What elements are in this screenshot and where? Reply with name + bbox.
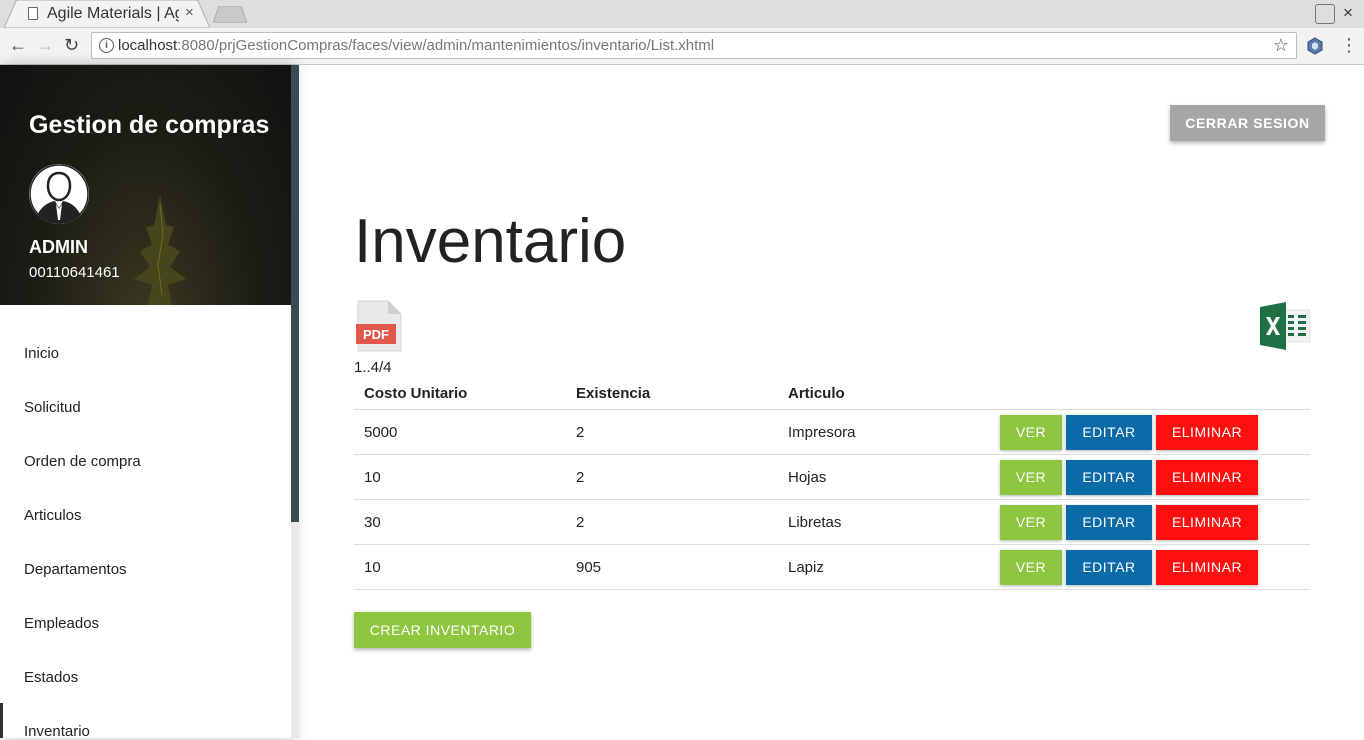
sidebar-scrollbar-thumb[interactable] (291, 65, 299, 522)
cell-articulo: Hojas (788, 469, 827, 486)
sidebar-item-articulos[interactable]: Articulos (24, 507, 82, 524)
view-button[interactable]: VER (1000, 550, 1062, 585)
sidebar-header: Gestion de compras ADMIN 00110641461 (0, 65, 291, 305)
cell-existencia: 905 (576, 559, 602, 576)
column-header-articulo[interactable]: Articulo (788, 385, 845, 402)
info-icon[interactable]: i (99, 38, 114, 53)
table-row: 30 2 Libretas VER EDITAR ELIMINAR (354, 500, 1310, 545)
browser-menu-icon[interactable]: ⋮ (1340, 35, 1358, 56)
user-id: 00110641461 (29, 264, 120, 281)
address-bar[interactable]: i localhost:8080/prjGestionCompras/faces… (91, 32, 1297, 59)
user-avatar-icon (29, 164, 89, 224)
browser-tab-title[interactable]: Agile Materials | Agile (47, 5, 179, 23)
sidebar-item-estados[interactable]: Estados (24, 669, 78, 686)
sidebar: Gestion de compras ADMIN 00110641461 Ini… (0, 65, 291, 740)
tree-background-image (134, 195, 186, 305)
pdf-icon: PDF (356, 300, 402, 352)
pagination-info: 1..4/4 (354, 359, 392, 376)
sidebar-item-empleados[interactable]: Empleados (24, 615, 99, 632)
delete-button[interactable]: ELIMINAR (1156, 415, 1258, 450)
profile-icon[interactable] (1315, 4, 1335, 24)
app-title: Gestion de compras (29, 111, 270, 139)
browser-toolbar: ← → ↻ i localhost:8080/prjGestionCompras… (0, 28, 1364, 65)
active-nav-indicator (0, 703, 3, 738)
export-pdf-button[interactable]: PDF (354, 300, 404, 352)
table-row: 5000 2 Impresora VER EDITAR ELIMINAR (354, 410, 1310, 455)
reload-icon[interactable]: ↻ (64, 35, 79, 56)
cell-articulo: Impresora (788, 424, 856, 441)
sidebar-item-orden-de-compra[interactable]: Orden de compra (24, 453, 141, 470)
delete-button[interactable]: ELIMINAR (1156, 460, 1258, 495)
url-text[interactable]: localhost:8080/prjGestionCompras/faces/v… (118, 37, 714, 54)
cell-existencia: 2 (576, 424, 585, 441)
cell-costo-unitario: 10 (364, 469, 381, 486)
extension-icon[interactable] (1306, 37, 1324, 55)
view-button[interactable]: VER (1000, 505, 1062, 540)
pdf-label: PDF (363, 327, 389, 342)
edit-button[interactable]: EDITAR (1066, 550, 1152, 585)
column-header-existencia[interactable]: Existencia (576, 385, 650, 402)
bookmark-star-icon[interactable]: ☆ (1273, 35, 1289, 56)
logout-button[interactable]: CERRAR SESION (1170, 105, 1325, 141)
cell-costo-unitario: 30 (364, 514, 381, 531)
create-inventory-button[interactable]: CREAR INVENTARIO (354, 612, 531, 648)
sidebar-item-solicitud[interactable]: Solicitud (24, 399, 81, 416)
forward-icon[interactable]: → (36, 35, 54, 56)
avatar[interactable] (29, 164, 89, 224)
cell-articulo: Lapiz (788, 559, 824, 576)
view-button[interactable]: VER (1000, 460, 1062, 495)
page-icon (28, 7, 38, 20)
browser-tab-bar: Agile Materials | Agile × × (0, 0, 1364, 28)
cell-articulo: Libretas (788, 514, 842, 531)
new-tab-button[interactable] (213, 6, 247, 23)
tab-close-icon[interactable]: × (185, 4, 194, 21)
cell-existencia: 2 (576, 514, 585, 531)
edit-button[interactable]: EDITAR (1066, 460, 1152, 495)
page-title: Inventario (354, 207, 627, 276)
edit-button[interactable]: EDITAR (1066, 415, 1152, 450)
url-path: :8080/prjGestionCompras/faces/view/admin… (177, 37, 715, 54)
delete-button[interactable]: ELIMINAR (1156, 505, 1258, 540)
edit-button[interactable]: EDITAR (1066, 505, 1152, 540)
sidebar-item-inicio[interactable]: Inicio (24, 345, 59, 362)
cell-costo-unitario: 5000 (364, 424, 398, 441)
table-row: 10 2 Hojas VER EDITAR ELIMINAR (354, 455, 1310, 500)
delete-button[interactable]: ELIMINAR (1156, 550, 1258, 585)
view-button[interactable]: VER (1000, 415, 1062, 450)
window-close-icon[interactable]: × (1343, 3, 1353, 23)
back-icon[interactable]: ← (9, 35, 27, 56)
sidebar-item-inventario[interactable]: Inventario (24, 723, 90, 740)
excel-icon (1260, 302, 1311, 350)
table-row: 10 905 Lapiz VER EDITAR ELIMINAR (354, 545, 1310, 590)
export-excel-button[interactable] (1258, 302, 1312, 350)
cell-costo-unitario: 10 (364, 559, 381, 576)
url-host: localhost (118, 37, 178, 54)
sidebar-item-departamentos[interactable]: Departamentos (24, 561, 127, 578)
cell-existencia: 2 (576, 469, 585, 486)
column-header-costo-unitario[interactable]: Costo Unitario (364, 385, 467, 402)
user-name: ADMIN (29, 237, 88, 257)
